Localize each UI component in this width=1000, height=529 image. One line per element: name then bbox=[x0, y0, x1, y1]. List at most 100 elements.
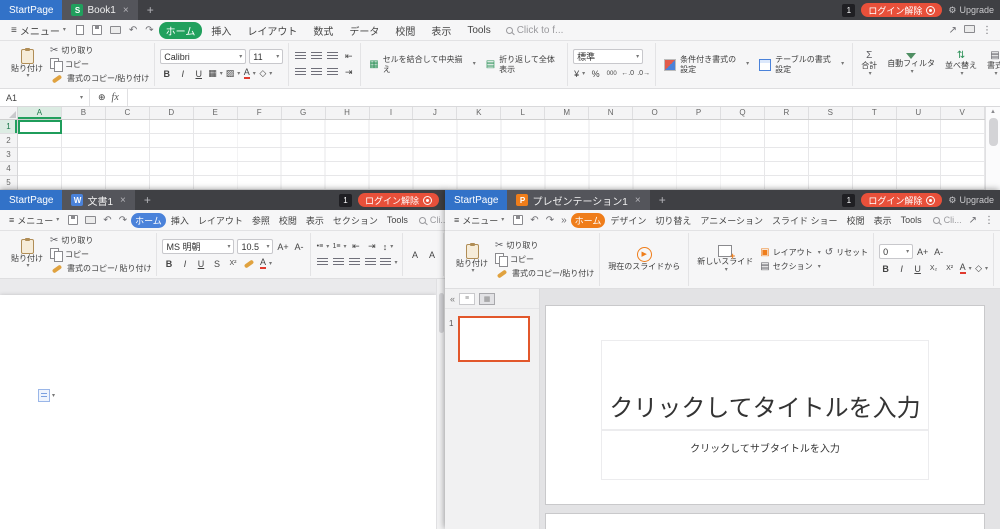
menu-home[interactable]: ホーム bbox=[131, 213, 166, 228]
menu-tools[interactable]: Tools bbox=[383, 214, 412, 226]
upgrade-button[interactable]: ⚙ Upgrade bbox=[948, 195, 994, 206]
column-header[interactable]: A bbox=[18, 107, 62, 119]
more-icon[interactable]: ⋮ bbox=[982, 25, 992, 36]
strikethrough-button[interactable]: S bbox=[210, 257, 223, 270]
close-tab-icon[interactable]: × bbox=[123, 5, 129, 16]
reset-button[interactable]: ↺ リセット bbox=[825, 246, 868, 259]
align-left-button[interactable] bbox=[316, 256, 329, 269]
tab-startpage[interactable]: StartPage bbox=[445, 190, 507, 210]
vertical-scrollbar[interactable]: ▲ bbox=[985, 107, 1000, 190]
save-icon[interactable] bbox=[65, 215, 81, 225]
column-header[interactable]: G bbox=[282, 107, 326, 119]
cut-button[interactable]: ✂ 切り取り bbox=[495, 239, 594, 252]
row-header[interactable]: 3 bbox=[0, 148, 17, 162]
row-header[interactable]: 2 bbox=[0, 134, 17, 148]
clear-format-button[interactable]: ◇ bbox=[259, 67, 272, 80]
menu-insert[interactable]: 挿入 bbox=[204, 22, 238, 39]
undo-icon[interactable]: ↶ bbox=[126, 25, 140, 36]
column-header[interactable]: I bbox=[370, 107, 414, 119]
column-header[interactable]: Q bbox=[721, 107, 765, 119]
column-header[interactable]: C bbox=[106, 107, 150, 119]
save-icon[interactable] bbox=[89, 25, 105, 35]
currency-button[interactable]: ¥ bbox=[573, 67, 586, 80]
menu-review[interactable]: 校閲 bbox=[843, 213, 869, 228]
overflow-icon[interactable]: » bbox=[558, 215, 570, 226]
tab-book1[interactable]: S Book1 × bbox=[62, 0, 137, 20]
print-preview-icon[interactable] bbox=[964, 25, 975, 36]
column-header[interactable]: M bbox=[545, 107, 589, 119]
name-box[interactable]: A1 ▾ bbox=[0, 89, 90, 106]
copy-button[interactable]: コピー bbox=[50, 58, 149, 71]
new-slide-button[interactable]: 新しいスライド bbox=[694, 244, 756, 274]
italic-button[interactable]: I bbox=[178, 257, 191, 270]
paste-options-button[interactable]: ▾ bbox=[38, 389, 55, 402]
format-painter-button[interactable]: 書式のコピー/貼り付け bbox=[495, 267, 594, 280]
column-header[interactable]: N bbox=[589, 107, 633, 119]
insert-function-icon[interactable]: ⊕ bbox=[98, 92, 106, 103]
section-button[interactable]: ▤ セクション bbox=[760, 260, 820, 273]
search-box[interactable]: Click to f... bbox=[506, 25, 564, 36]
play-from-current-button[interactable]: ▶ 現在のスライドから bbox=[605, 246, 683, 272]
tab-presentation1[interactable]: P プレゼンテーション1 × bbox=[507, 190, 649, 210]
sheet-cells[interactable] bbox=[18, 120, 985, 190]
grow-font-button[interactable]: A+ bbox=[276, 240, 289, 253]
menu-design[interactable]: デザイン bbox=[606, 213, 650, 228]
layout-button[interactable]: ▣ レイアウト bbox=[760, 246, 820, 259]
column-header[interactable]: S bbox=[809, 107, 853, 119]
percent-button[interactable]: % bbox=[589, 67, 602, 80]
menu-button[interactable]: ≡ メニュー ▾ bbox=[6, 23, 71, 38]
numbering-button[interactable]: 1≡ bbox=[332, 240, 346, 253]
font-size-select[interactable]: 11 bbox=[249, 49, 283, 64]
italic-button[interactable]: I bbox=[895, 262, 908, 275]
menu-tools[interactable]: Tools bbox=[897, 214, 926, 226]
undo-icon[interactable]: ↶ bbox=[527, 215, 541, 226]
underline-button[interactable]: U bbox=[911, 262, 924, 275]
conditional-format-button[interactable]: 条件付き書式の設定 bbox=[661, 55, 752, 74]
menu-button[interactable]: ≡ メニュー ▾ bbox=[4, 214, 64, 227]
paste-button[interactable]: 貼り付け bbox=[8, 48, 46, 81]
format-painter-button[interactable]: 書式のコピー/ 貼り付け bbox=[50, 262, 151, 275]
notification-badge[interactable]: 1 bbox=[842, 194, 855, 207]
menu-home[interactable]: ホーム bbox=[571, 213, 606, 228]
cut-button[interactable]: ✂ 切り取り bbox=[50, 234, 151, 247]
column-header[interactable]: F bbox=[238, 107, 282, 119]
save-icon[interactable] bbox=[510, 215, 526, 225]
copy-button[interactable]: コピー bbox=[495, 253, 594, 266]
bullets-button[interactable]: •≡ bbox=[316, 240, 329, 253]
close-tab-icon[interactable]: × bbox=[635, 195, 641, 206]
column-header[interactable]: H bbox=[326, 107, 370, 119]
align-top-button[interactable] bbox=[294, 50, 307, 63]
logout-button[interactable]: ログイン解除 bbox=[861, 3, 942, 17]
menu-view[interactable]: 表示 bbox=[870, 213, 896, 228]
underline-button[interactable]: U bbox=[194, 257, 207, 270]
slide[interactable]: クリックしてタイトルを入力 クリックしてサブタイトルを入力 bbox=[545, 305, 985, 505]
menu-view[interactable]: 表示 bbox=[424, 22, 458, 39]
menu-layout[interactable]: レイアウト bbox=[194, 213, 247, 228]
new-tab-button[interactable]: + bbox=[650, 190, 675, 210]
align-center-button[interactable] bbox=[310, 66, 323, 79]
column-header[interactable]: L bbox=[501, 107, 545, 119]
distribute-button[interactable] bbox=[380, 256, 397, 269]
column-header[interactable]: R bbox=[765, 107, 809, 119]
column-header[interactable]: O bbox=[633, 107, 677, 119]
slide-thumbnail[interactable] bbox=[458, 316, 530, 362]
font-color-button[interactable]: A bbox=[259, 257, 272, 270]
bold-button[interactable]: B bbox=[879, 262, 892, 275]
wrap-text-button[interactable]: ▤ 折り返して全体表示 bbox=[483, 55, 562, 74]
sort-button[interactable]: ⇅ 並べ替え bbox=[942, 50, 980, 78]
column-header[interactable]: E bbox=[194, 107, 238, 119]
indent-increase-button[interactable]: ⇥ bbox=[365, 240, 378, 253]
redo-icon[interactable]: ↷ bbox=[142, 25, 156, 36]
redo-icon[interactable]: ↷ bbox=[543, 215, 557, 226]
active-cell[interactable] bbox=[18, 120, 62, 134]
notification-badge[interactable]: 1 bbox=[842, 4, 855, 17]
table-format-button[interactable]: テーブルの書式設定 bbox=[756, 55, 847, 74]
indent-increase-button[interactable]: ⇥ bbox=[342, 66, 355, 79]
increase-decimal-button[interactable]: ←.0 bbox=[621, 67, 634, 80]
decrease-decimal-button[interactable]: .0→ bbox=[637, 67, 650, 80]
align-middle-button[interactable] bbox=[310, 50, 323, 63]
collapse-panel-icon[interactable]: « bbox=[450, 294, 455, 304]
menu-tools[interactable]: Tools bbox=[460, 24, 497, 37]
print-icon[interactable] bbox=[82, 216, 99, 224]
vertical-scrollbar[interactable] bbox=[436, 279, 445, 529]
